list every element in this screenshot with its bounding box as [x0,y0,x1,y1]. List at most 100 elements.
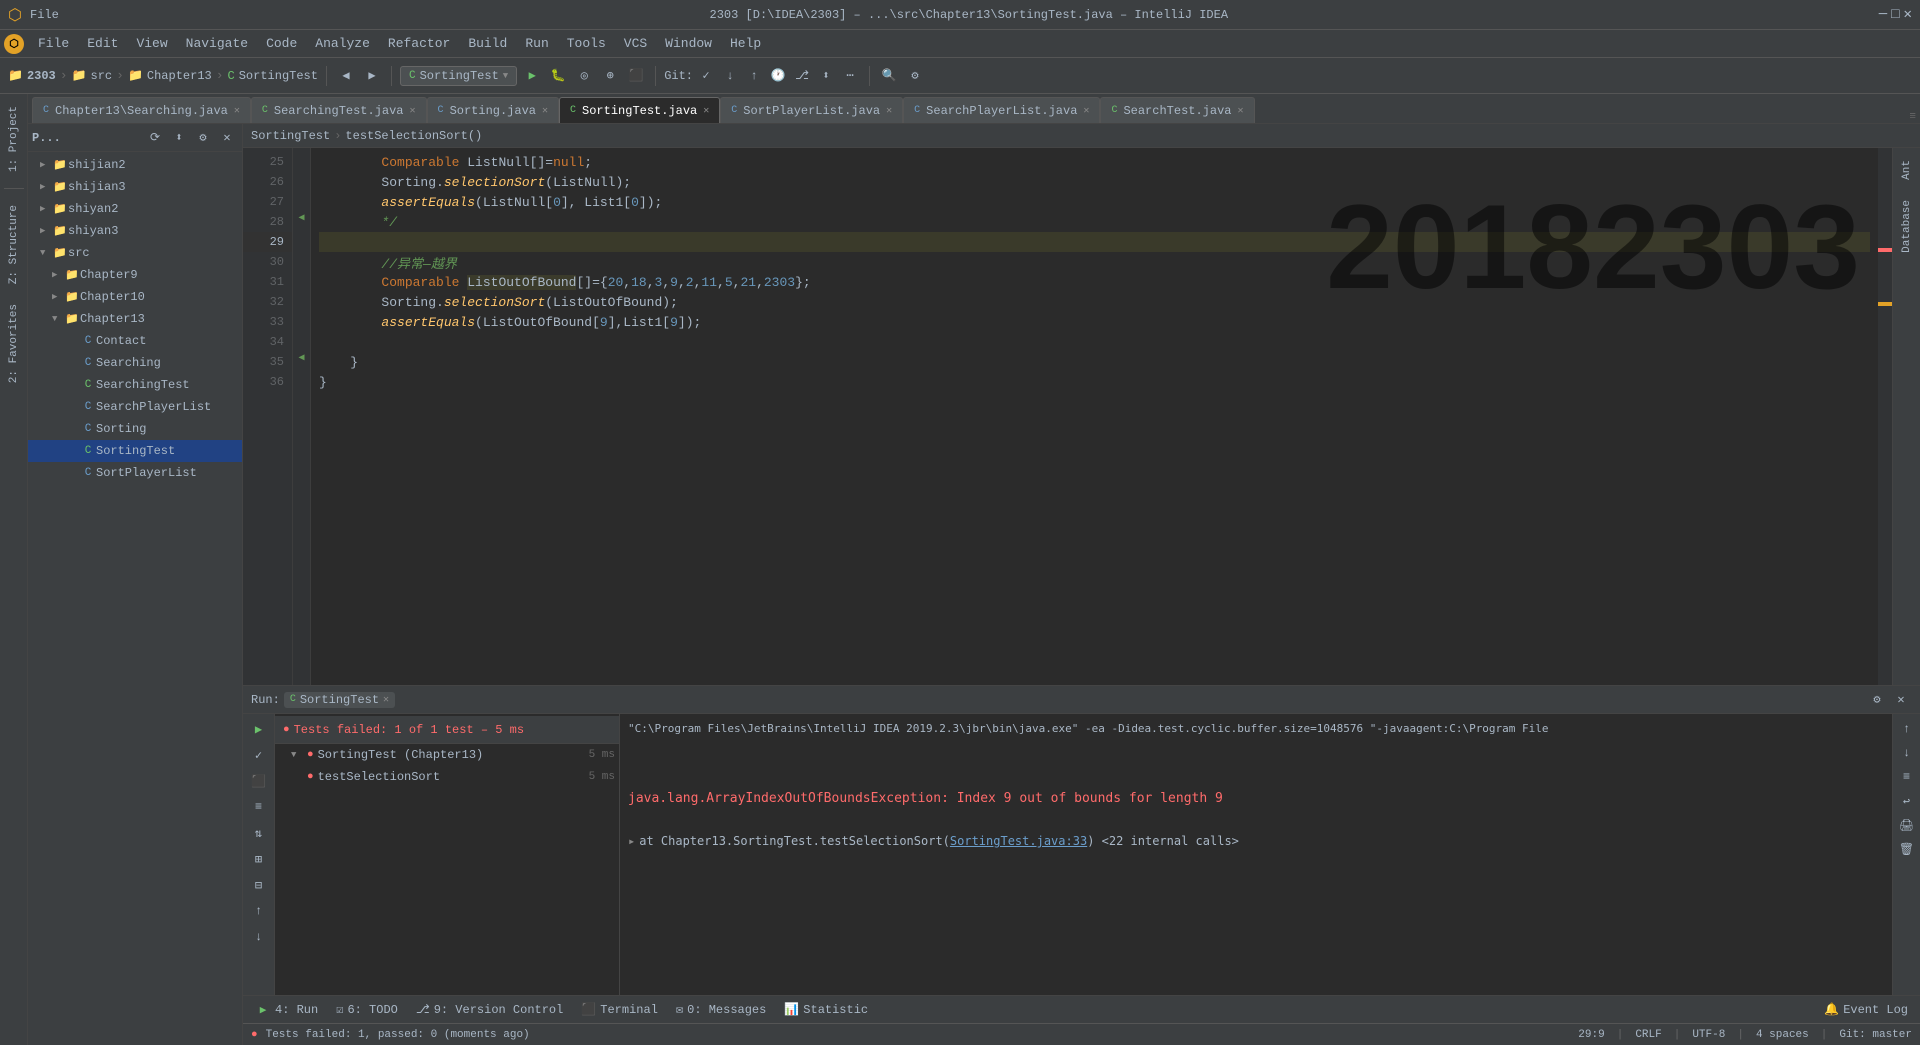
tool-run[interactable]: ▶ 4: Run [247,998,326,1022]
favorites-tab[interactable]: 2: Favorites [6,296,22,391]
menu-view[interactable]: View [128,34,175,53]
debug-button[interactable]: 🐛 [547,65,569,87]
sidebar-sync-button[interactable]: ⟳ [144,127,166,149]
menu-help[interactable]: Help [722,34,769,53]
tab-searchingtest-java[interactable]: C SearchingTest.java ✕ [251,97,427,123]
sidebar-close-button[interactable]: ✕ [216,127,238,149]
run-wrap-button[interactable]: ↩ [1896,790,1918,812]
sidebar-item-chapter13[interactable]: ▼ 📁 Chapter13 [28,308,242,330]
sidebar-item-shiyan3[interactable]: ▶ 📁 shiyan3 [28,220,242,242]
tab-close-searchtest[interactable]: ✕ [1237,105,1243,117]
sidebar-collapse-button[interactable]: ⬍ [168,127,190,149]
profile-button[interactable]: ⊕ [599,65,621,87]
sidebar-item-chapter9[interactable]: ▶ 📁 Chapter9 [28,264,242,286]
tab-searchtest-java[interactable]: C SearchTest.java ✕ [1100,97,1254,123]
sidebar-item-searchingtest[interactable]: C SearchingTest [28,374,242,396]
menu-refactor[interactable]: Refactor [380,34,458,53]
sidebar-item-contact[interactable]: C Contact [28,330,242,352]
test-tree-item-sortingtest[interactable]: ▼ ● SortingTest (Chapter13) 5 ms [275,744,619,766]
sidebar-item-shijian3[interactable]: ▶ 📁 shijian3 [28,176,242,198]
git-stash-button[interactable]: ⬍ [815,65,837,87]
maximize-button[interactable]: □ [1891,7,1899,23]
breadcrumb-method[interactable]: testSelectionSort() [345,129,482,143]
breadcrumb-file[interactable]: SortingTest [251,129,330,143]
run-tab-close[interactable]: ✕ [383,694,389,706]
editor-scrollbar[interactable] [1878,148,1892,685]
settings-button[interactable]: ⚙ [904,65,926,87]
menu-analyze[interactable]: Analyze [307,34,378,53]
menu-tools[interactable]: Tools [559,34,614,53]
sidebar-item-sorting[interactable]: C Sorting [28,418,242,440]
tab-close-searchingtest[interactable]: ✕ [410,105,416,117]
sidebar-item-shijian2[interactable]: ▶ 📁 shijian2 [28,154,242,176]
run-with-coverage-button[interactable]: ◎ [573,65,595,87]
test-stop-button[interactable]: ⬛ [248,770,270,792]
run-clear-button[interactable]: 🗑 [1896,838,1918,860]
run-tab[interactable]: C SortingTest ✕ [284,692,395,708]
test-nav-up-button[interactable]: ↑ [248,900,270,922]
tab-close-searching[interactable]: ✕ [234,105,240,117]
git-branch-button[interactable]: ⎇ [791,65,813,87]
ant-tab[interactable]: Ant [1899,152,1915,188]
sidebar-settings-button[interactable]: ⚙ [192,127,214,149]
tab-close-sortplayerlist[interactable]: ✕ [886,105,892,117]
tool-todo[interactable]: ☑ 6: TODO [328,998,406,1022]
close-button[interactable]: ✕ [1904,6,1912,23]
tool-vcs[interactable]: ⎇ 9: Version Control [408,998,571,1022]
git-menu-button[interactable]: ⋯ [839,65,861,87]
test-tree-item-testselection[interactable]: ● testSelectionSort 5 ms [275,766,619,788]
tab-searchplayerlist-java[interactable]: C SearchPlayerList.java ✕ [903,97,1100,123]
project-tab[interactable]: 1: Project [6,98,22,180]
sidebar-item-shiyan2[interactable]: ▶ 📁 shiyan2 [28,198,242,220]
git-history-button[interactable]: 🕐 [767,65,789,87]
test-expand-button[interactable]: ⊞ [248,848,270,870]
forward-button[interactable]: ▶ [361,65,383,87]
tab-sortplayerlist-java[interactable]: C SortPlayerList.java ✕ [720,97,903,123]
test-nav-down-button[interactable]: ↓ [248,926,270,948]
tab-sorting-java[interactable]: C Sorting.java ✕ [427,97,559,123]
tool-messages[interactable]: ✉ 0: Messages [668,998,774,1022]
sidebar-item-src[interactable]: ▼ 📁 src [28,242,242,264]
git-push-button[interactable]: ↑ [743,65,765,87]
test-collapse-button[interactable]: ⊟ [248,874,270,896]
database-tab[interactable]: Database [1899,192,1915,261]
tab-searching-java[interactable]: C Chapter13\Searching.java ✕ [32,97,251,123]
tool-terminal[interactable]: ⬛ Terminal [573,998,666,1022]
tool-statistic[interactable]: 📊 Statistic [776,998,876,1022]
menu-file[interactable]: File [30,34,77,53]
event-log-button[interactable]: 🔔 Event Log [1816,998,1916,1022]
menu-build[interactable]: Build [460,34,515,53]
run-scroll-up-button[interactable]: ↑ [1896,718,1918,740]
tab-close-sorting[interactable]: ✕ [542,105,548,117]
minimize-button[interactable]: ─ [1879,7,1887,23]
run-config-selector[interactable]: C SortingTest ▼ [400,66,517,86]
sidebar-item-searchplayerlist[interactable]: C SearchPlayerList [28,396,242,418]
run-again-button[interactable]: ▶ [248,718,270,740]
sidebar-item-searching[interactable]: C Searching [28,352,242,374]
structure-tab[interactable]: Z: Structure [6,197,22,292]
menu-vcs[interactable]: VCS [616,34,655,53]
tab-close-sortingtest[interactable]: ✕ [703,105,709,117]
git-update-button[interactable]: ↓ [719,65,741,87]
menu-file[interactable]: File [30,8,59,22]
menu-window[interactable]: Window [657,34,720,53]
run-scroll-down-button[interactable]: ↓ [1896,742,1918,764]
run-button[interactable]: ▶ [521,65,543,87]
test-rerun-button[interactable]: ✓ [248,744,270,766]
search-everywhere-button[interactable]: 🔍 [878,65,900,87]
menu-edit[interactable]: Edit [79,34,126,53]
sidebar-item-sortplayerlist[interactable]: C SortPlayerList [28,462,242,484]
stack-link[interactable]: SortingTest.java:33 [950,834,1087,848]
sidebar-item-chapter10[interactable]: ▶ 📁 Chapter10 [28,286,242,308]
tab-sortingtest-java[interactable]: C SortingTest.java ✕ [559,97,720,123]
menu-navigate[interactable]: Navigate [178,34,256,53]
menu-run[interactable]: Run [517,34,556,53]
run-close-button[interactable]: ✕ [1890,689,1912,711]
test-sort-button[interactable]: ≡ [248,796,270,818]
tab-close-searchplayerlist[interactable]: ✕ [1083,105,1089,117]
back-button[interactable]: ◀ [335,65,357,87]
sidebar-item-sortingtest[interactable]: C SortingTest [28,440,242,462]
run-settings-button[interactable]: ⚙ [1866,689,1888,711]
stop-button[interactable]: ⬛ [625,65,647,87]
run-sort-button[interactable]: ≡ [1896,766,1918,788]
